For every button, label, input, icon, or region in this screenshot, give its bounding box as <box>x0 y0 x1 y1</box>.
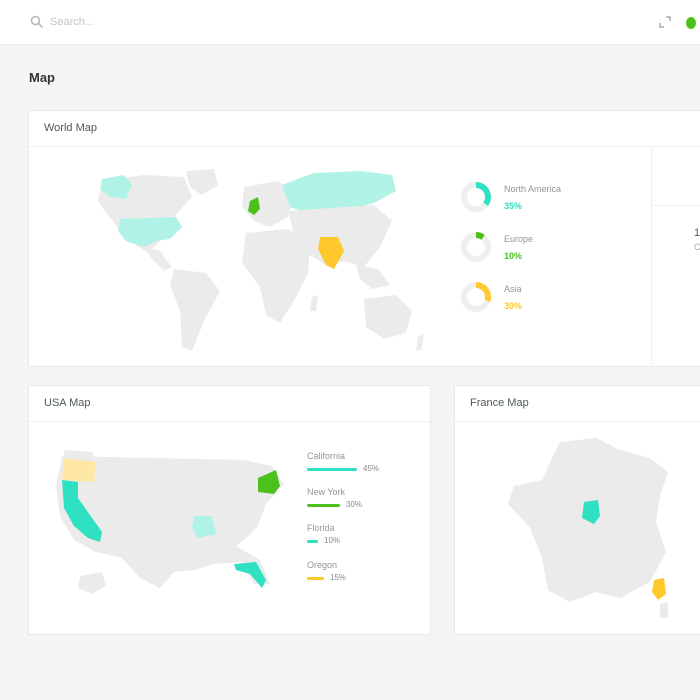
page-title: Map <box>29 70 55 85</box>
usa-map-card: USA Map California 45% New York 30% Flor… <box>28 385 431 635</box>
donut-chart-asia <box>461 282 491 312</box>
state-row-oregon[interactable]: Oregon 15% <box>307 560 407 590</box>
state-name: New York <box>307 487 346 497</box>
region-percent: 35% <box>504 201 523 211</box>
france-map-title: France Map <box>455 386 700 422</box>
world-map <box>98 169 424 351</box>
new-zealand-land <box>416 333 424 351</box>
alaska-inset <box>78 572 106 594</box>
state-row-new-york[interactable]: New York 30% <box>307 487 407 517</box>
state-name: Oregon <box>307 560 338 570</box>
region-percent: 30% <box>504 301 523 311</box>
expand-icon[interactable] <box>659 16 671 28</box>
donut-chart-north-america <box>461 182 491 212</box>
provence-region <box>652 578 666 600</box>
region-name: Asia <box>504 284 522 294</box>
state-progress-bar <box>307 504 340 507</box>
side-stats-panel: 1: C <box>651 147 700 367</box>
search-input[interactable] <box>50 13 310 31</box>
africa-land <box>242 229 310 323</box>
state-progress-bar <box>307 577 324 580</box>
world-map-card: World Map North America 35% Europe 10% A… <box>28 110 700 367</box>
region-row-asia[interactable]: Asia 30% <box>460 281 610 321</box>
oregon-region <box>62 458 96 482</box>
region-row-europe[interactable]: Europe 10% <box>460 231 610 271</box>
donut-chart-europe <box>461 232 491 262</box>
region-row-north-america[interactable]: North America 35% <box>460 181 610 221</box>
side-stat-label: C <box>694 242 700 252</box>
southeast-asia-land <box>356 265 390 289</box>
corsica-land <box>660 602 668 618</box>
usa-map <box>56 450 284 594</box>
state-progress-bar <box>307 468 357 471</box>
state-row-florida[interactable]: Florida 10% <box>307 523 407 553</box>
france-map-card: France Map <box>454 385 700 635</box>
state-percent: 45% <box>363 464 380 473</box>
france-map <box>508 438 668 618</box>
state-name: Florida <box>307 523 335 533</box>
state-percent: 30% <box>346 500 363 509</box>
side-divider <box>652 205 700 206</box>
greenland-land <box>186 169 218 195</box>
usa-map-title: USA Map <box>29 386 430 422</box>
search-icon <box>30 15 44 29</box>
state-percent: 10% <box>324 536 341 545</box>
region-name: Europe <box>504 234 534 244</box>
state-row-california[interactable]: California 45% <box>307 451 407 481</box>
australia-land <box>364 295 412 339</box>
state-progress-bar <box>307 540 318 543</box>
region-percent: 10% <box>504 251 523 261</box>
central-america-land <box>144 247 172 271</box>
south-america-land <box>170 269 220 351</box>
madagascar-land <box>310 295 318 311</box>
state-name: California <box>307 451 346 461</box>
side-stat-value: 1: <box>694 227 700 239</box>
usa-region <box>118 217 182 247</box>
region-name: North America <box>504 184 562 194</box>
state-percent: 15% <box>330 573 347 582</box>
status-dot[interactable] <box>686 17 696 29</box>
world-map-title: World Map <box>29 111 700 147</box>
top-bar <box>0 0 700 45</box>
